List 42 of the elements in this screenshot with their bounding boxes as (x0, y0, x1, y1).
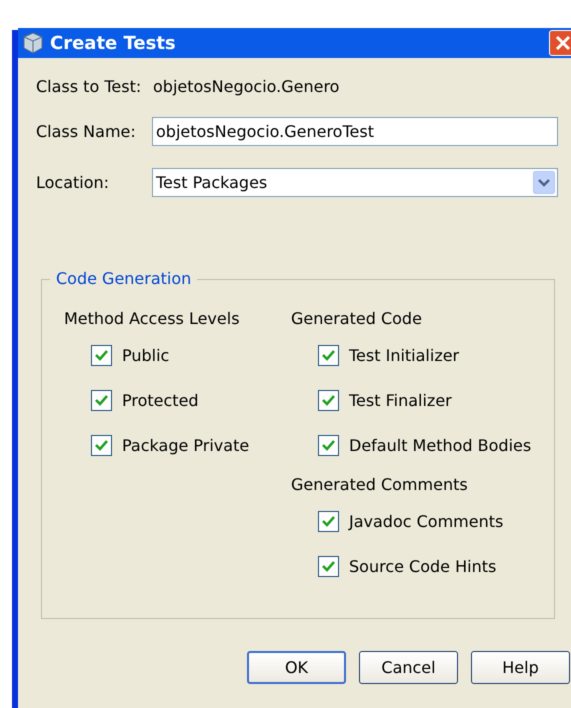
class-value: objetosNegocio.Genero (153, 76, 340, 98)
checkbox[interactable] (318, 345, 339, 366)
chevron-down-icon (533, 171, 555, 194)
checkbox[interactable] (318, 435, 339, 456)
section-heading: Generated Comments (291, 474, 469, 496)
dialog-button[interactable]: OK (247, 651, 346, 684)
location-dropdown[interactable]: Test Packages (152, 168, 558, 197)
checkbox[interactable] (91, 390, 112, 411)
section-heading: Generated Code (291, 308, 423, 330)
check-icon (322, 350, 335, 361)
checkbox-label: Default Method Bodies (349, 434, 532, 456)
checkbox-label: Public (122, 344, 170, 366)
checkbox-label: Protected (122, 390, 199, 412)
field-label: Class to Test: (36, 76, 142, 98)
check-icon (322, 516, 335, 527)
check-icon (322, 395, 335, 406)
check-icon (95, 350, 108, 361)
cube-icon (22, 32, 44, 54)
checkbox[interactable] (318, 390, 339, 411)
group-title: Code Generation (55, 268, 192, 290)
checkbox-label: Test Initializer (349, 344, 460, 366)
checkbox-label: Javadoc Comments (349, 510, 504, 532)
dialog-button[interactable]: Help (471, 651, 570, 684)
checkbox-label: Test Finalizer (349, 390, 452, 412)
checkbox[interactable] (318, 556, 339, 577)
check-icon (322, 561, 335, 572)
close-button[interactable] (549, 30, 571, 56)
checkbox[interactable] (91, 435, 112, 456)
window-title: Create Tests (50, 32, 176, 56)
class-name-field[interactable]: objetosNegocio.GeneroTest (152, 117, 558, 146)
dialog-button[interactable]: Cancel (359, 651, 458, 684)
check-icon (322, 440, 335, 451)
field-label: Class Name: (36, 120, 137, 142)
check-icon (95, 440, 108, 451)
checkbox[interactable] (318, 511, 339, 532)
check-icon (95, 395, 108, 406)
checkbox[interactable] (91, 345, 112, 366)
checkbox-label: Source Code Hints (349, 556, 496, 578)
checkbox-label: Package Private (122, 434, 250, 456)
section-heading: Method Access Levels (64, 308, 241, 330)
close-icon (555, 35, 571, 51)
field-label: Location: (36, 172, 110, 194)
